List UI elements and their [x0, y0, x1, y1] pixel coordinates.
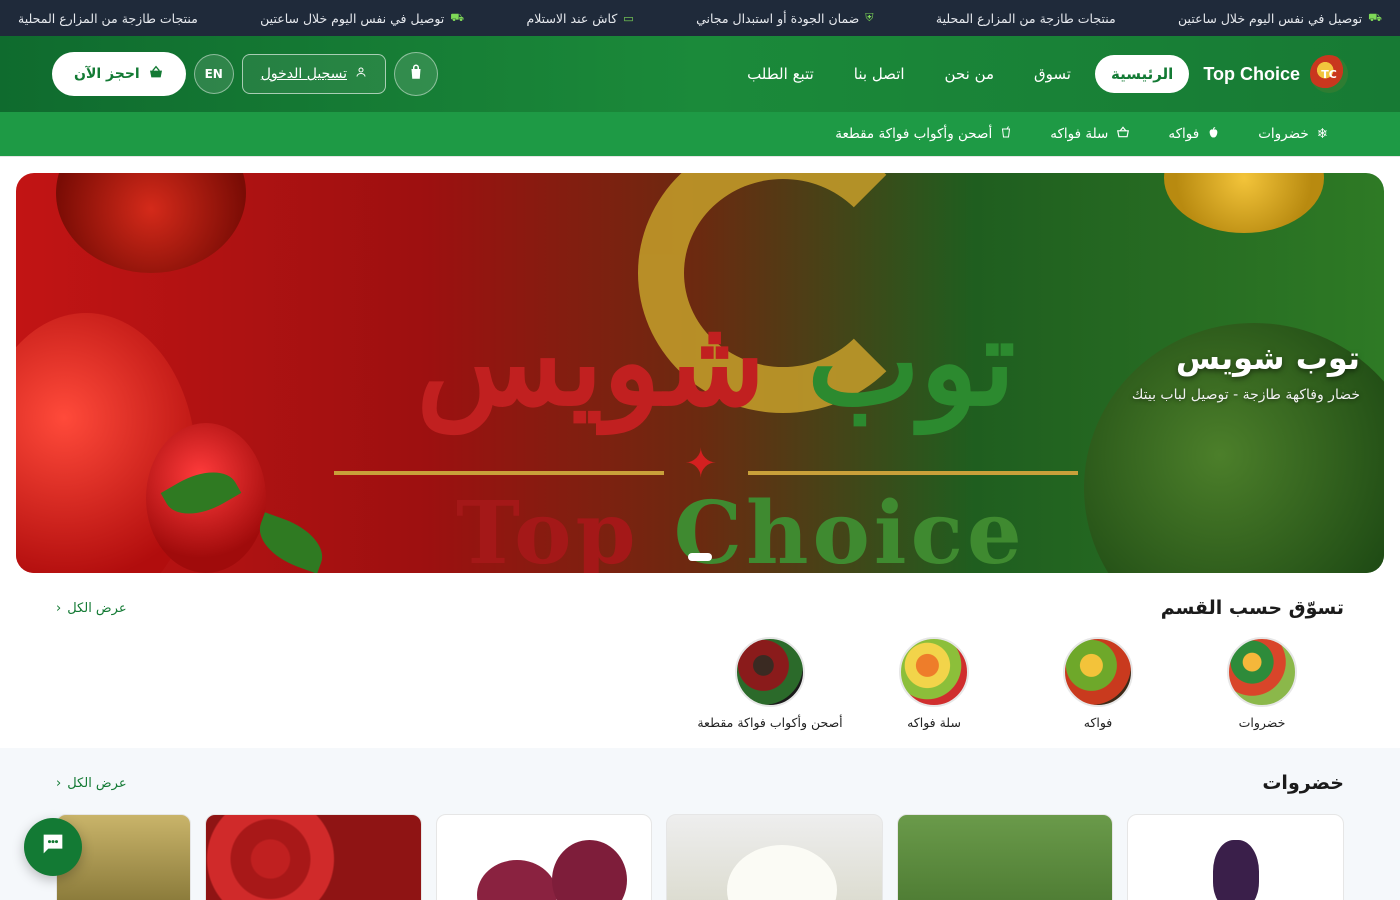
product-image: [1213, 840, 1260, 900]
category-image: [735, 637, 805, 707]
section-title: خضروات: [1262, 772, 1344, 794]
main-nav: الرئيسية تسوق من نحن اتصل بنا تتبع الطلب: [731, 55, 1190, 93]
catbar-vegetables[interactable]: ❄ خضروات: [1258, 126, 1328, 142]
category-image: [1063, 637, 1133, 707]
basket-icon: [148, 64, 164, 84]
user-icon: [355, 66, 367, 82]
topbar-item: ⛟ توصيل في نفس اليوم خلال ساعتين: [1178, 10, 1382, 26]
category-card[interactable]: سلة فواكه: [852, 637, 1016, 730]
product-card[interactable]: [896, 814, 1114, 900]
chevron-left-icon: ‹: [56, 775, 62, 791]
category-label: سلة فواكه: [907, 715, 961, 730]
catbar-fruits[interactable]: فواكه: [1168, 126, 1220, 143]
header-actions: تسجيل الدخول EN احجز الآن: [52, 52, 438, 96]
star-icon: ✦: [684, 441, 718, 487]
chevron-left-icon: ‹: [56, 600, 62, 616]
carousel-dot[interactable]: [688, 553, 712, 561]
product-card[interactable]: [435, 814, 653, 900]
product-list: [56, 814, 1344, 900]
cash-icon: ▭: [623, 11, 634, 25]
hero-title: توب شويس: [1175, 339, 1360, 377]
category-image: [1227, 637, 1297, 707]
catbar-fruit-basket[interactable]: سلة فواكه: [1050, 125, 1130, 143]
topbar-item: ▭ كاش عند الاستلام: [526, 10, 634, 26]
product-card[interactable]: [666, 814, 883, 900]
cup-icon: [1000, 125, 1012, 143]
category-card[interactable]: أصحن وأكواب فواكة مقطعة: [688, 637, 852, 730]
shop-by-category-section: تسوّق حسب القسم عرض الكل ‹ خضروات فواكه …: [0, 573, 1400, 748]
topbar-item: ⛟ توصيل في نفس اليوم خلال ساعتين: [260, 10, 465, 26]
hero-banner[interactable]: توب شويس ✦ Top Choice توب شويس خضار وفاك…: [16, 173, 1384, 573]
hero-decor: [1164, 173, 1324, 233]
hero-logo-english: Top Choice: [456, 483, 1026, 574]
hero-decor: [56, 173, 246, 273]
main-header: TC Top Choice الرئيسية تسوق من نحن اتصل …: [0, 36, 1400, 112]
category-label: خضروات: [1238, 715, 1286, 730]
category-image: [899, 637, 969, 707]
product-card[interactable]: [205, 814, 422, 900]
category-card[interactable]: فواكه: [1016, 637, 1180, 730]
login-button[interactable]: تسجيل الدخول: [241, 54, 386, 94]
shield-icon: ⛨: [865, 11, 874, 24]
hero-divider: [334, 471, 664, 475]
chat-bubble-icon: [39, 830, 67, 864]
truck-icon: ⛟: [450, 10, 465, 24]
product-card[interactable]: [1127, 814, 1344, 900]
basket-icon: [1116, 125, 1130, 143]
category-bar: ❄ خضروات فواكه سلة فواكه أصحن وأكواب فوا…: [0, 112, 1400, 157]
truck-icon: ⛟: [1368, 10, 1382, 24]
section-header: تسوّق حسب القسم عرض الكل ‹: [56, 597, 1344, 619]
brand-logo: TC: [1310, 55, 1348, 93]
category-label: أصحن وأكواب فواكة مقطعة: [697, 715, 843, 730]
category-card[interactable]: خضروات: [1180, 637, 1344, 730]
section-title: تسوّق حسب القسم: [1160, 597, 1344, 619]
view-all-link[interactable]: عرض الكل ‹: [56, 776, 127, 791]
vegetables-section: خضروات عرض الكل ‹: [0, 748, 1400, 900]
category-list: خضروات فواكه سلة فواكه أصحن وأكواب فواكة…: [56, 637, 1344, 730]
brand-name: Top Choice: [1203, 63, 1300, 84]
cart-button[interactable]: [394, 52, 438, 96]
brand-logo-link[interactable]: TC Top Choice: [1203, 55, 1348, 93]
chat-button[interactable]: [24, 818, 82, 876]
topbar-item: منتجات طازجة من المزارع المحلية: [935, 10, 1116, 26]
nav-shop[interactable]: تسوق: [1018, 55, 1087, 93]
snowflake-icon: ❄: [1316, 126, 1328, 142]
product-image: [551, 840, 627, 900]
language-toggle[interactable]: EN: [193, 54, 234, 94]
product-image: [476, 860, 557, 900]
hero-decor: [251, 512, 331, 573]
hero-subtitle: خضار وفاكهة طازجة - توصيل لباب بيتك: [1131, 387, 1360, 403]
topbar-item: ⛨ ضمان الجودة أو استبدال مجاني: [696, 10, 874, 26]
topbar-item: منتجات طازجة من المزارع المحلية: [18, 10, 198, 26]
hero-logo-arabic: توب شويس: [416, 292, 1016, 433]
category-label: فواكه: [1083, 715, 1113, 730]
book-now-button[interactable]: احجز الآن: [52, 52, 186, 96]
nav-about[interactable]: من نحن: [929, 55, 1011, 93]
view-all-link[interactable]: عرض الكل ‹: [56, 601, 127, 616]
nav-home[interactable]: الرئيسية: [1094, 55, 1190, 93]
apple-icon: [1207, 126, 1220, 143]
nav-contact[interactable]: اتصل بنا: [838, 55, 921, 93]
nav-track-order[interactable]: تتبع الطلب: [731, 55, 830, 93]
product-image: [727, 845, 838, 900]
hero-section: توب شويس ✦ Top Choice توب شويس خضار وفاك…: [0, 157, 1400, 573]
top-info-bar: ⛟ توصيل في نفس اليوم خلال ساعتين منتجات …: [0, 0, 1400, 36]
hero-divider: [748, 471, 1078, 475]
catbar-cut-fruit-cups[interactable]: أصحن وأكواب فواكة مقطعة: [835, 125, 1012, 143]
shopping-bag-icon: [407, 63, 425, 85]
section-header: خضروات عرض الكل ‹: [56, 772, 1344, 794]
